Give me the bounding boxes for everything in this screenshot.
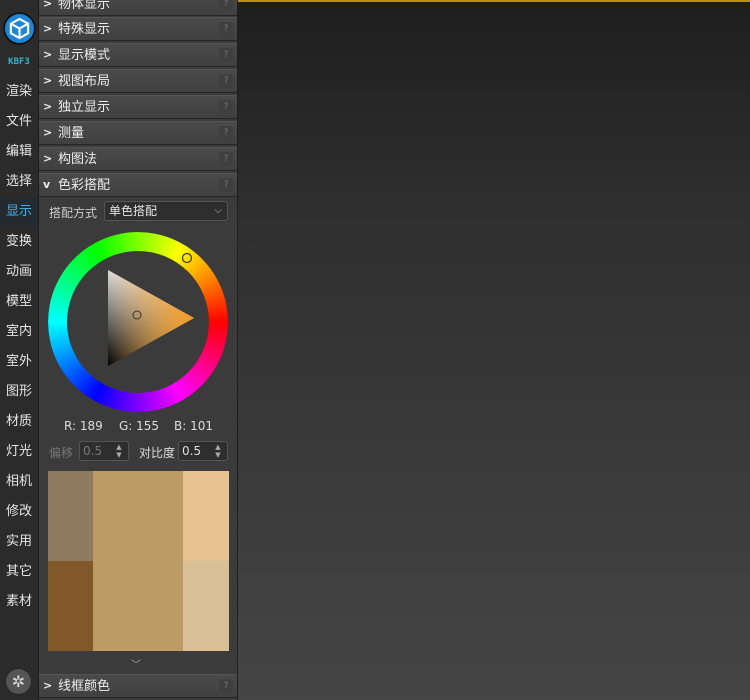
contrast-value: 0.5 — [182, 444, 202, 458]
tab-other[interactable]: 其它 — [0, 558, 38, 586]
tab-assets[interactable]: 素材 — [0, 588, 38, 616]
tab-edit[interactable]: 编辑 — [0, 138, 38, 166]
spin-up-icon[interactable]: ▲ — [211, 443, 225, 451]
chevron-right-icon: > — [43, 22, 53, 35]
rollout-special-display[interactable]: > 特殊显示 ? — [39, 17, 237, 41]
rollout-isolate-display[interactable]: > 独立显示 ? — [39, 95, 237, 119]
spin-down-icon[interactable]: ▼ — [211, 451, 225, 459]
tab-exterior[interactable]: 室外 — [0, 348, 38, 376]
spin-up-icon: ▲ — [116, 443, 122, 451]
display-panel: > 物体显示 ? > 特殊显示 ? > 显示模式 ? > 视图布局 ? > 独立… — [39, 0, 238, 700]
swatch-light[interactable] — [183, 471, 229, 561]
version-label: KBF3 — [8, 57, 30, 67]
help-icon[interactable]: ? — [219, 126, 233, 140]
help-icon[interactable]: ? — [219, 22, 233, 36]
rollout-display-mode[interactable]: > 显示模式 ? — [39, 43, 237, 67]
tab-material[interactable]: 材质 — [0, 408, 38, 436]
swatch-lightest[interactable] — [183, 561, 229, 651]
tab-render[interactable]: 渲染 — [0, 78, 38, 106]
tab-utility[interactable]: 实用 — [0, 528, 38, 556]
help-icon[interactable]: ? — [219, 74, 233, 88]
app-logo-icon[interactable] — [3, 12, 36, 45]
rollout-wireframe-color[interactable]: > 线框颜色 ? — [39, 674, 237, 698]
contrast-label: 对比度 — [139, 446, 176, 460]
viewport-active-border — [238, 0, 750, 2]
chevron-right-icon: > — [43, 679, 53, 692]
tab-model[interactable]: 模型 — [0, 288, 38, 316]
help-icon[interactable]: ? — [219, 100, 233, 114]
chevron-right-icon: > — [43, 74, 53, 87]
chevron-right-icon: > — [43, 126, 53, 139]
chevron-right-icon: > — [43, 48, 53, 61]
help-icon[interactable]: ? — [219, 679, 233, 693]
rollout-composition[interactable]: > 构图法 ? — [39, 147, 237, 171]
chevron-down-icon[interactable]: ﹀ — [131, 656, 141, 671]
tab-select[interactable]: 选择 — [0, 168, 38, 196]
match-method-value: 单色搭配 — [109, 204, 158, 218]
offset-value: 0.5 — [83, 444, 103, 458]
b-value: B: 101 — [174, 419, 213, 433]
offset-label: 偏移 — [49, 446, 74, 460]
viewport[interactable] — [238, 0, 750, 700]
tab-camera[interactable]: 相机 — [0, 468, 38, 496]
rollout-color-match[interactable]: v 色彩搭配 ? — [39, 173, 237, 197]
tab-file[interactable]: 文件 — [0, 108, 38, 136]
tab-shape[interactable]: 图形 — [0, 378, 38, 406]
settings-gear-icon[interactable]: ✲ — [5, 668, 32, 695]
chevron-down-icon: v — [43, 178, 51, 191]
chevron-right-icon: > — [43, 0, 53, 10]
swatch-dark[interactable] — [48, 561, 93, 651]
help-icon[interactable]: ? — [219, 0, 233, 11]
rollout-object-display[interactable]: > 物体显示 ? — [39, 0, 237, 16]
match-method-label: 搭配方式 — [49, 206, 98, 220]
help-icon[interactable]: ? — [219, 178, 233, 192]
color-wheel[interactable] — [48, 232, 228, 412]
rollout-view-layout[interactable]: > 视图布局 ? — [39, 69, 237, 93]
help-icon[interactable]: ? — [219, 48, 233, 62]
color-swatch-grid — [48, 471, 229, 651]
tab-interior[interactable]: 室内 — [0, 318, 38, 346]
side-tab-bar: KBF3 渲染 文件 编辑 选择 显示 变换 动画 模型 室内 室外 图形 材质… — [0, 0, 39, 700]
g-value: G: 155 — [119, 419, 160, 433]
offset-spinner: 0.5 ▲ ▼ — [79, 441, 129, 461]
contrast-spinner[interactable]: 0.5 ▲ ▼ — [178, 441, 228, 461]
chevron-down-icon: ⌵ — [214, 205, 222, 216]
chevron-right-icon: > — [43, 100, 53, 113]
chevron-right-icon: > — [43, 152, 53, 165]
swatch-base[interactable] — [93, 471, 183, 651]
tab-animation[interactable]: 动画 — [0, 258, 38, 286]
tab-light[interactable]: 灯光 — [0, 438, 38, 466]
tab-transform[interactable]: 变换 — [0, 228, 38, 256]
r-value: R: 189 — [64, 419, 103, 433]
spin-down-icon: ▼ — [116, 451, 122, 459]
tab-display[interactable]: 显示 — [0, 198, 38, 226]
tab-modify[interactable]: 修改 — [0, 498, 38, 526]
rollout-measure[interactable]: > 测量 ? — [39, 121, 237, 145]
match-method-select[interactable]: 单色搭配 ⌵ — [104, 201, 228, 221]
swatch-desaturated[interactable] — [48, 471, 93, 561]
help-icon[interactable]: ? — [219, 152, 233, 166]
